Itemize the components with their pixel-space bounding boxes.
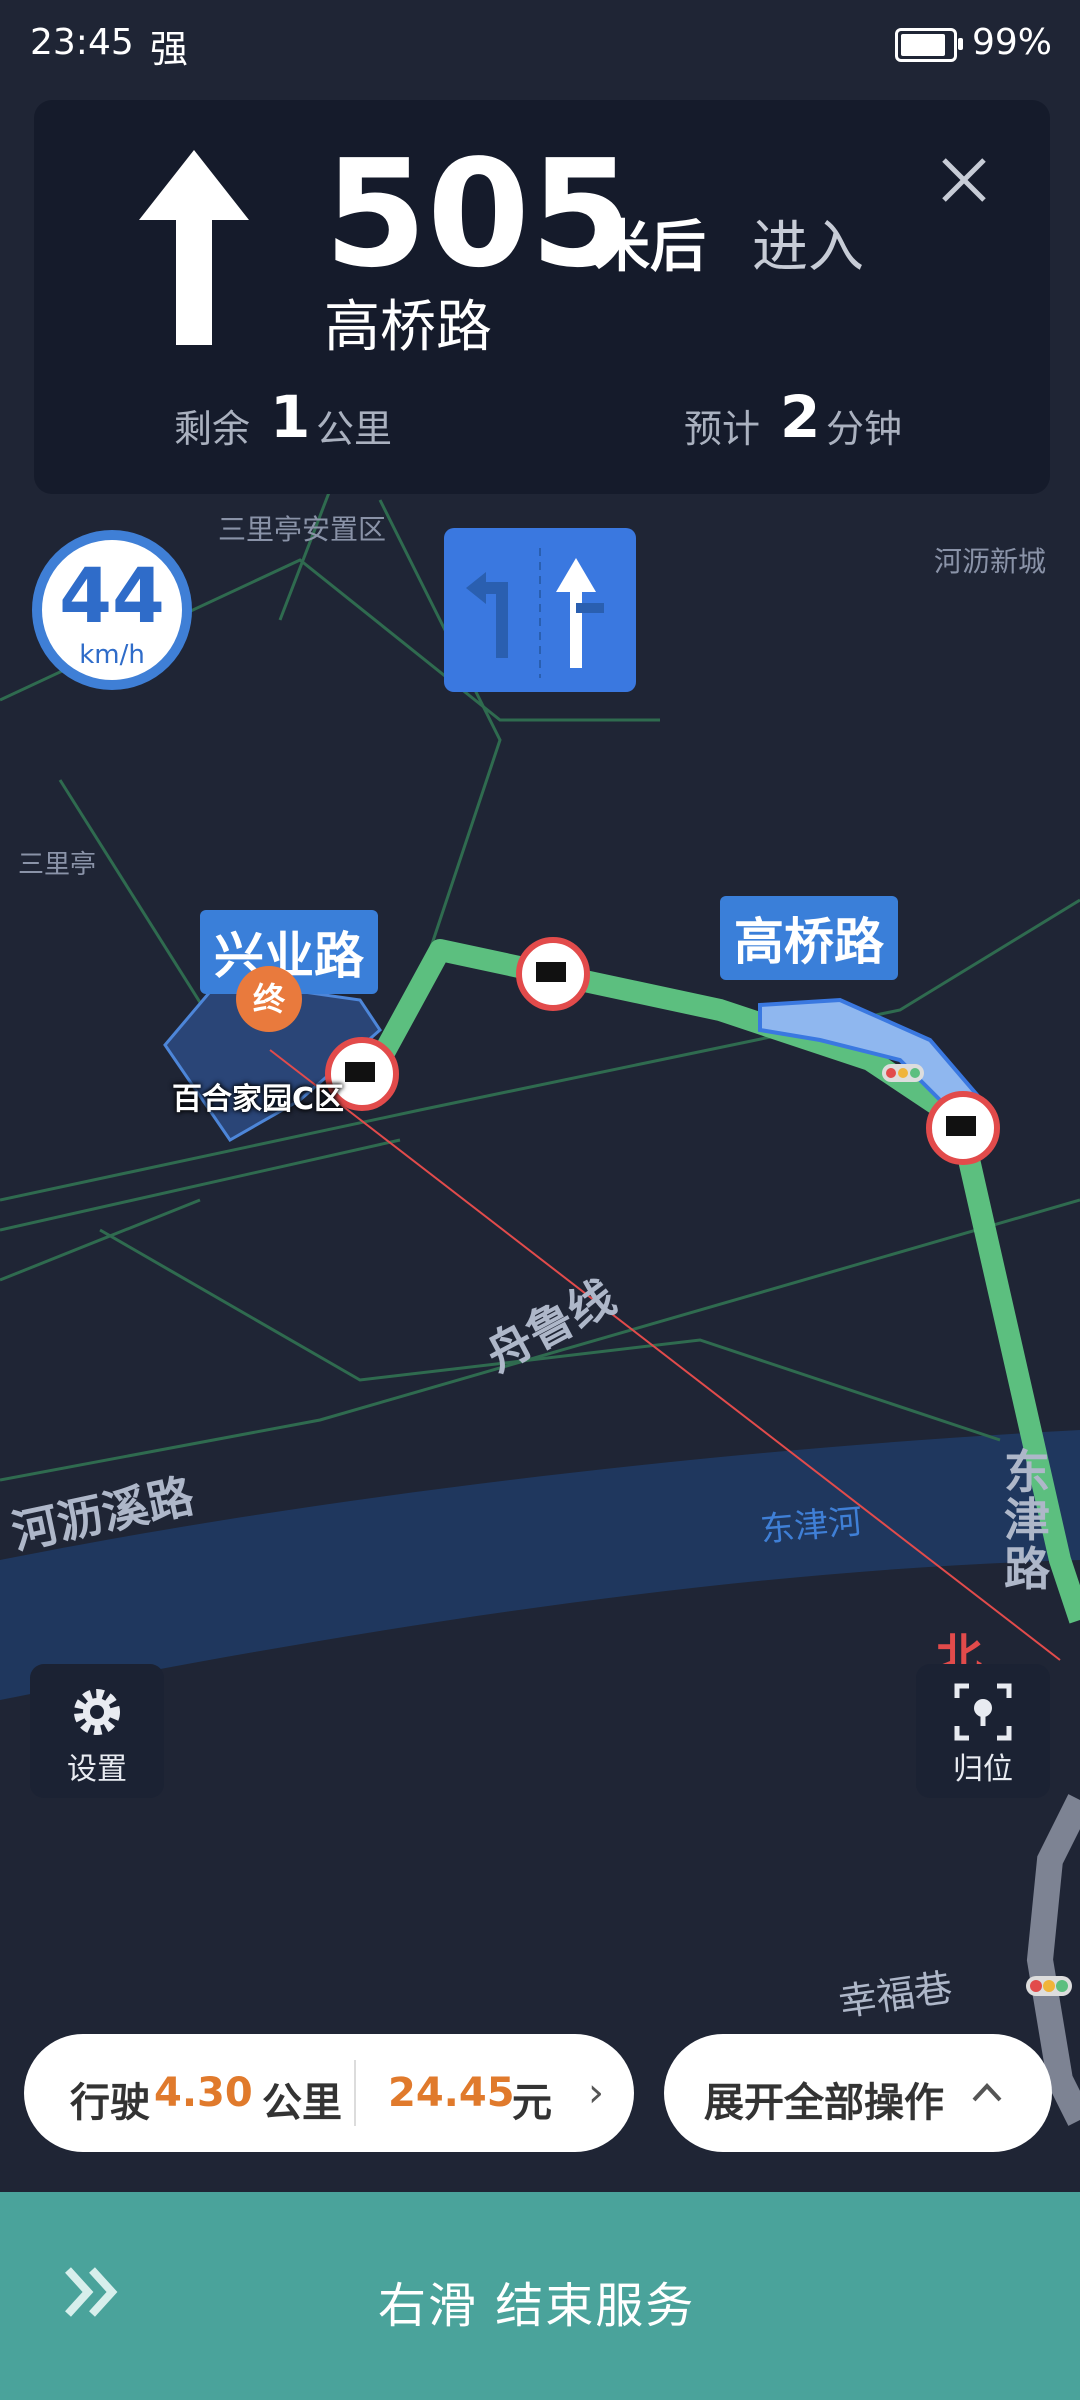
road-callout-gaoqiao: 高桥路: [720, 896, 898, 980]
expand-operations-label: 展开全部操作: [704, 2080, 944, 2126]
status-time: 23:45: [30, 22, 134, 63]
turn-distance: 505: [324, 128, 633, 300]
trip-distance-unit: 公里: [262, 2080, 342, 2126]
trip-fare-currency: 元: [512, 2080, 552, 2126]
speed-unit: km/h: [79, 640, 145, 670]
slide-instruction: 右滑 结束服务: [378, 2278, 696, 2334]
settings-label: 设置: [67, 1752, 127, 1787]
remaining-unit: 公里: [316, 407, 393, 451]
map-label-road: 东津路: [1004, 1445, 1050, 1596]
battery-icon: [895, 28, 963, 62]
trip-fare-button[interactable]: 行驶 4.30 公里 24.45 元 ›: [24, 2034, 634, 2152]
next-road-name: 高桥路: [324, 295, 492, 360]
eta-minutes: 2: [780, 383, 821, 451]
signal-strength-text: 强: [150, 27, 189, 71]
map-label-area: 三里亭安置区: [218, 513, 387, 546]
eta-label: 预计: [684, 407, 761, 451]
map-label-area: 河沥新城: [934, 545, 1047, 578]
chevron-right-icon: ›: [588, 2070, 604, 2116]
recenter-button[interactable]: 归位: [916, 1664, 1050, 1798]
divider: [354, 2060, 356, 2126]
expand-operations-button[interactable]: 展开全部操作: [664, 2034, 1052, 2152]
battery-level-fill: [901, 34, 945, 56]
chevron-up-icon: [972, 2083, 1002, 2102]
eta-unit: 分钟: [826, 407, 903, 451]
locate-icon: [954, 1683, 1012, 1741]
gear-icon: [74, 1689, 120, 1735]
destination-marker[interactable]: 终: [236, 966, 302, 1032]
trip-distance-prefix: 行驶: [70, 2080, 150, 2126]
slide-to-end-service[interactable]: 右滑 结束服务: [0, 2192, 1080, 2400]
remaining-label: 剩余: [174, 407, 251, 451]
close-icon[interactable]: [934, 150, 994, 210]
turn-action: 进入: [752, 215, 864, 280]
recenter-label: 归位: [953, 1752, 1013, 1787]
current-speed: 44 km/h: [32, 530, 192, 690]
straight-arrow-icon: [139, 150, 249, 345]
trip-distance: 4.30: [154, 2070, 253, 2116]
remaining-distance: 1: [270, 383, 311, 451]
trip-fare: 24.45: [388, 2070, 515, 2116]
lane-arrows-icon: [466, 548, 604, 678]
destination-poi-label: 百合家园C区: [172, 1082, 345, 1117]
navigation-instruction-card: 505 米后 进入 高桥路 剩余 1 公里 预计 2 分钟: [34, 100, 1050, 494]
map-label-area: 三里亭: [18, 850, 97, 880]
status-bar: 23:45 强 99%: [0, 0, 1080, 90]
map-label-river: 东津河: [758, 1501, 864, 1551]
battery-percent: 99%: [972, 22, 1053, 63]
settings-button[interactable]: 设置: [30, 1664, 164, 1798]
lane-guidance: [444, 528, 636, 692]
turn-distance-unit: 米后: [594, 215, 706, 280]
speed-value: 44: [59, 551, 165, 640]
double-chevron-right-icon[interactable]: [62, 2262, 122, 2322]
